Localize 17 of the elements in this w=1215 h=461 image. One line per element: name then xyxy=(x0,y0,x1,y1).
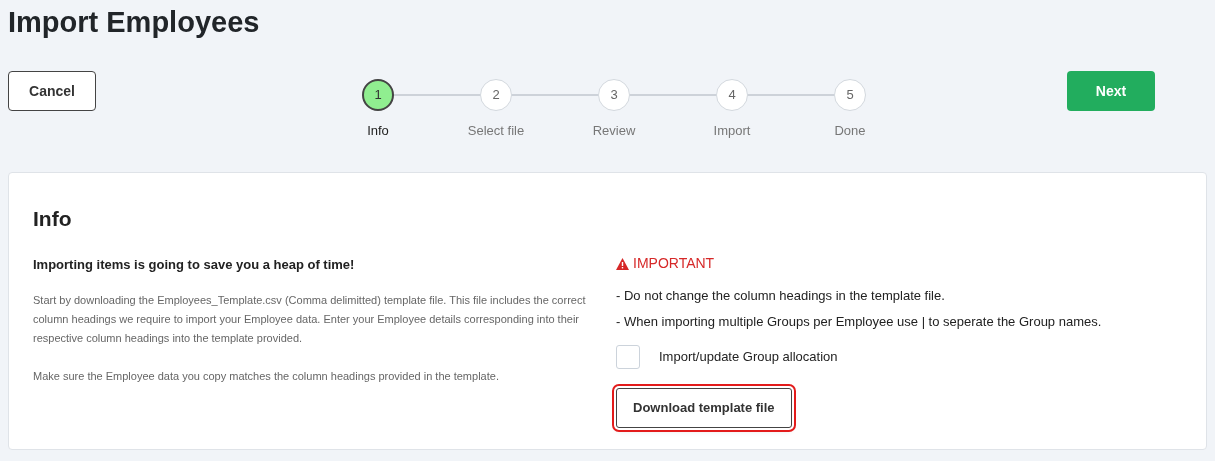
checkbox[interactable] xyxy=(616,345,640,369)
description-text: Make sure the Employee data you copy matches the column headings provided in the template. xyxy=(33,368,500,384)
step-label: Import xyxy=(713,122,751,140)
warning-icon xyxy=(616,257,629,270)
note-text: - When importing multiple Groups per Employee use | to seperate the Group names. xyxy=(616,312,1102,331)
step-label: Select file xyxy=(467,122,525,140)
checkbox-label: Import/update Group allocation xyxy=(659,348,838,367)
page-title: Import Employees xyxy=(8,5,261,40)
important-label: IMPORTANT xyxy=(633,254,715,273)
description-text: Start by downloading the Employees_Template.csv (Comma delimitted) template file. This file includes the correct column headings we require to import your Employee data. Enter your Employee details corresponding into their respective column headings into the template provided. xyxy=(33,292,586,346)
step-label: Done xyxy=(834,122,866,140)
note-text: - Do not change the column headings in the template file. xyxy=(616,287,946,305)
cancel-button[interactable]: Cancel xyxy=(8,71,96,111)
lead-text: Importing items is going to save you a heap of time! xyxy=(33,256,356,274)
card-title: Info xyxy=(33,206,73,232)
step-label: Review xyxy=(592,122,636,140)
step-label: Info xyxy=(367,122,389,140)
